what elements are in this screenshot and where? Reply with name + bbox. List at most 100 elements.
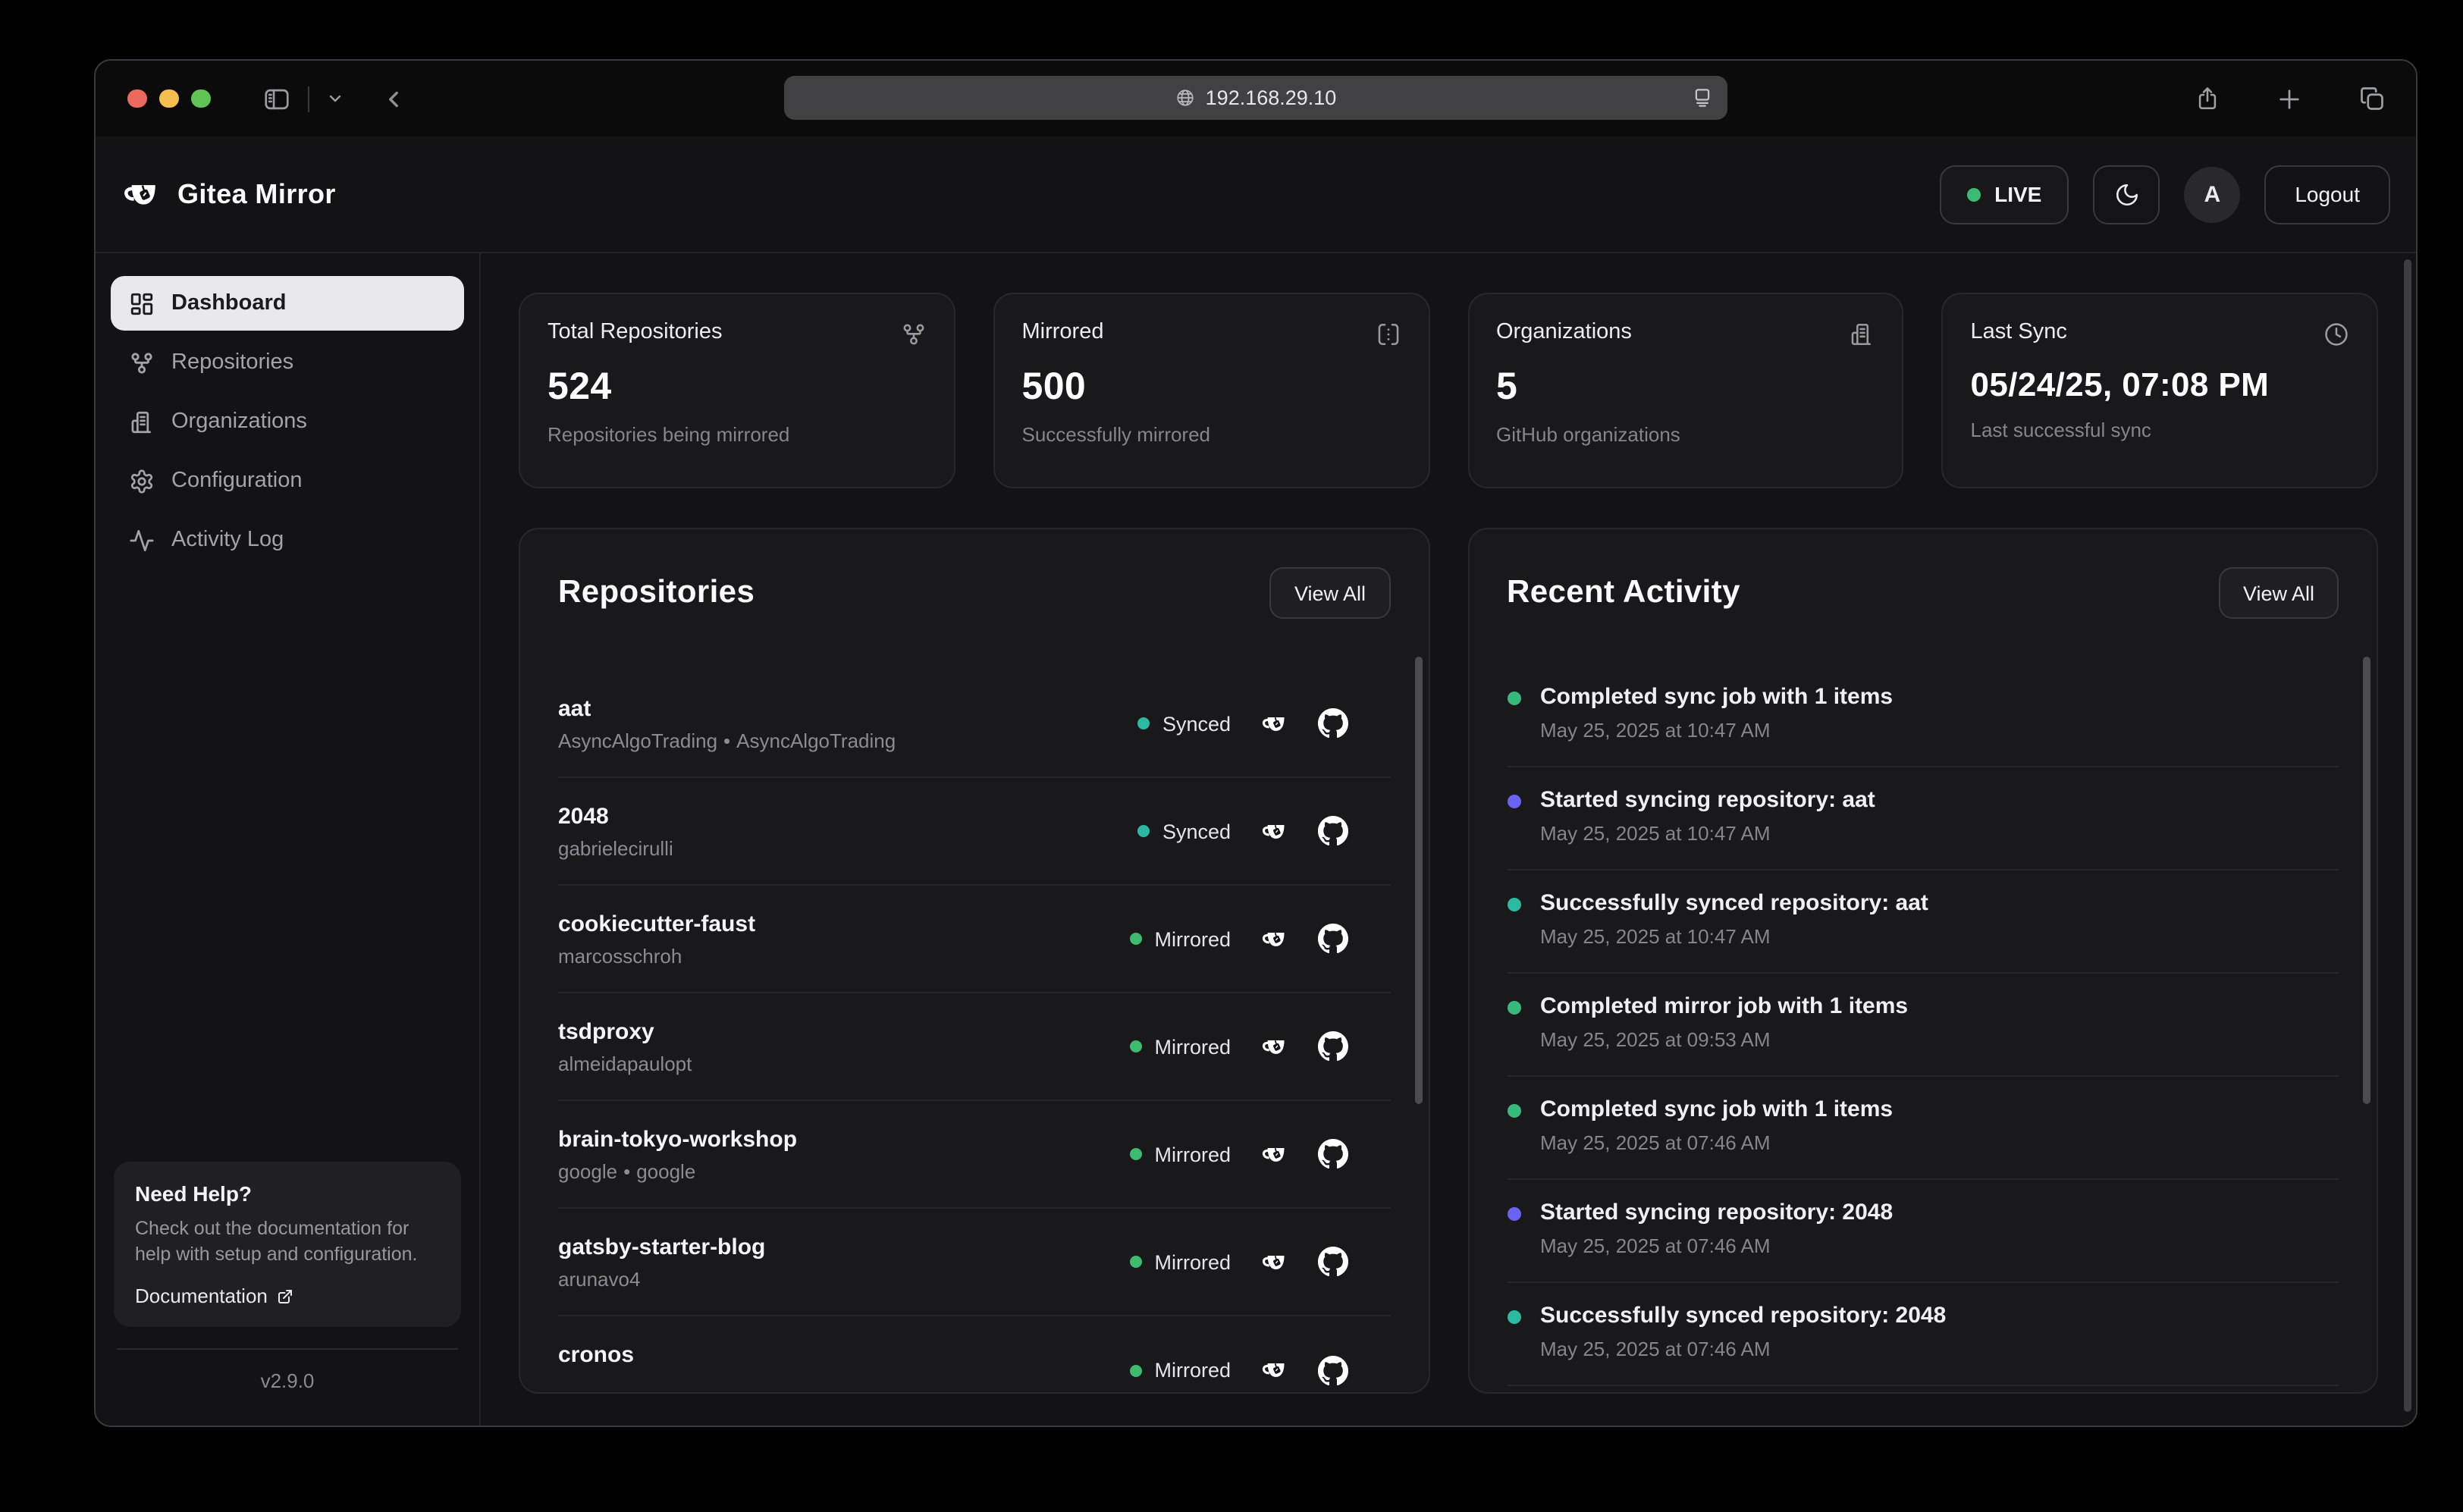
clock-icon [2323,322,2349,347]
logout-button[interactable]: Logout [2264,165,2390,224]
live-status-badge[interactable]: LIVE [1940,165,2069,224]
gitea-icon[interactable] [1260,1356,1288,1385]
activity-timestamp: May 25, 2025 at 07:46 AM [1540,1234,1893,1257]
repo-owner: marcosschroh• [558,944,1130,967]
gitea-icon[interactable] [1260,924,1288,953]
repo-status-label: Mirrored [1154,927,1231,950]
github-icon[interactable] [1317,816,1348,846]
external-link-icon [277,1287,295,1305]
repo-name: aat [558,695,1138,721]
browser-toolbar: 192.168.29.10 [96,61,2416,136]
github-icon[interactable] [1317,1355,1348,1385]
back-button[interactable] [380,86,406,111]
activity-item: Completed sync job with 1 items May 25, … [1507,664,2339,767]
address-bar[interactable]: 192.168.29.10 [784,76,1727,120]
sidebar-item-label: Repositories [171,350,293,375]
git-fork-icon [129,350,155,375]
close-window-button[interactable] [127,89,146,108]
activity-message: Started syncing repository: 2048 [1540,1200,1893,1225]
gitea-icon[interactable] [1260,1032,1288,1061]
stat-card-mirrored: Mirrored 500 Successfully mirrored [993,293,1430,488]
share-icon[interactable] [2195,85,2220,112]
repo-name: 2048 [558,803,1138,829]
github-icon[interactable] [1317,708,1348,739]
gitea-icon[interactable] [1260,1140,1288,1169]
sidebar-item-activity-log[interactable]: Activity Log [111,513,464,567]
activity-message: Successfully synced repository: 2048 [1540,1303,1946,1328]
help-body: Check out the documentation for help wit… [135,1216,440,1268]
stat-subtitle: Repositories being mirrored [548,423,927,446]
stat-value: 5 [1496,365,1875,409]
new-tab-icon[interactable] [2276,86,2302,111]
moon-icon [2113,181,2139,207]
stat-value: 05/24/25, 07:08 PM [1971,365,2350,405]
activity-message: Completed sync job with 1 items [1540,1096,1893,1122]
gitea-logo-icon [121,174,162,215]
sidebar-item-configuration[interactable]: Configuration [111,453,464,508]
sidebar-item-dashboard[interactable]: Dashboard [111,276,464,331]
sidebar-divider [117,1348,458,1350]
git-fork-icon [901,322,927,347]
stat-card-total-repositories: Total Repositories 524 Repositories bein… [519,293,955,488]
zoom-window-button[interactable] [191,89,210,108]
github-icon[interactable] [1317,1139,1348,1169]
window-controls [127,89,210,108]
repo-status-label: Mirrored [1154,1035,1231,1058]
app-brand[interactable]: Gitea Mirror [121,174,336,215]
repo-status-badge: Synced [1138,712,1231,735]
dashboard-icon [129,290,155,316]
activity-message: Completed sync job with 1 items [1540,684,1893,710]
status-dot [1138,825,1150,837]
documentation-link[interactable]: Documentation [135,1285,440,1307]
gitea-icon[interactable] [1260,1247,1288,1276]
activity-item: Started syncing repository: 2048 May 25,… [1507,1180,2339,1283]
page-scrollbar[interactable] [2404,259,2411,1412]
minimize-window-button[interactable] [159,89,178,108]
repositories-panel: Repositories View All aat AsyncAlgoTradi… [519,528,1429,1394]
activity-item: Successfully synced repository: 2048 May… [1507,1283,2339,1386]
sidebar-toggle-icon[interactable] [262,84,290,113]
repo-name: tsdproxy [558,1018,1130,1044]
user-avatar[interactable]: A [2184,166,2240,222]
stat-title: Total Repositories [548,320,723,344]
repo-name: brain-tokyo-workshop [558,1126,1130,1152]
sidebar-item-label: Configuration [171,469,303,493]
repo-status-label: Mirrored [1154,1250,1231,1273]
stat-value: 524 [548,365,927,409]
status-dot [1130,1040,1142,1052]
activity-timestamp: May 25, 2025 at 09:53 AM [1540,1028,1908,1051]
building-icon [129,409,155,434]
main-content: Total Repositories 524 Repositories bein… [481,253,2416,1426]
stat-title: Mirrored [1022,320,1104,344]
sidebar-item-repositories[interactable]: Repositories [111,335,464,390]
tab-overview-icon[interactable] [2358,85,2386,112]
github-icon[interactable] [1317,1031,1348,1062]
github-icon[interactable] [1317,924,1348,954]
app-header: Gitea Mirror LIVE A [96,136,2416,253]
repo-owner: almeidapaulopt• [558,1052,1130,1074]
activity-message: Successfully synced repository: aat [1540,890,1928,916]
activity-timestamp: May 25, 2025 at 07:46 AM [1540,1338,1946,1360]
chevron-down-icon[interactable] [325,89,344,108]
stat-card-organizations: Organizations 5 GitHub organizations [1467,293,1904,488]
stat-subtitle: GitHub organizations [1496,423,1875,446]
repo-owner: • [558,1376,1130,1394]
live-status-label: LIVE [1994,182,2041,206]
sidebar-item-organizations[interactable]: Organizations [111,394,464,449]
activity-message: Completed mirror job with 1 items [1540,993,1908,1019]
activity-status-dot [1507,1310,1520,1324]
repositories-scrollbar[interactable] [1414,657,1422,1104]
gitea-icon[interactable] [1260,817,1288,845]
page-settings-icon[interactable] [1691,86,1714,109]
activity-view-all-button[interactable]: View All [2219,567,2339,619]
gitea-icon[interactable] [1260,709,1288,738]
repositories-view-all-button[interactable]: View All [1270,567,1390,619]
activity-scrollbar[interactable] [2363,657,2370,1104]
activity-timestamp: May 25, 2025 at 10:47 AM [1540,925,1928,948]
sidebar-item-label: Organizations [171,409,307,434]
activity-item: Successfully synced repository: aat May … [1507,870,2339,974]
github-icon[interactable] [1317,1247,1348,1277]
theme-toggle-button[interactable] [2093,165,2160,224]
status-dot [1130,1256,1142,1268]
screen: 192.168.29.10 [0,0,2463,1512]
